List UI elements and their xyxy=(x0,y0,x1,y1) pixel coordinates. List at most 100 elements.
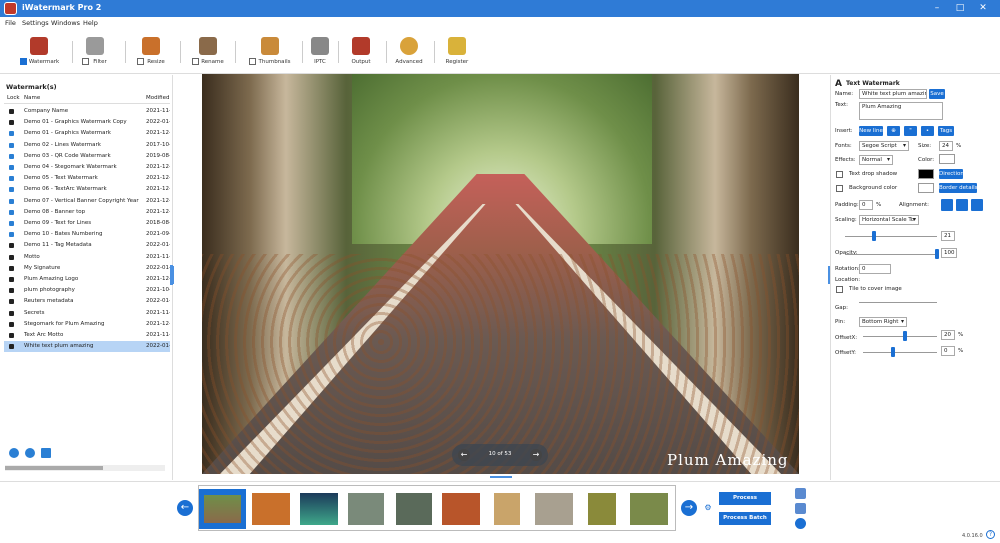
lock-icon[interactable] xyxy=(9,277,14,282)
watermark-row[interactable]: Demo 03 - QR Code Watermark 2019-08- xyxy=(4,151,170,162)
text-color-swatch[interactable] xyxy=(939,154,955,164)
watermark-row[interactable]: White text plum amazing 2022-01- xyxy=(4,341,170,353)
tool-register[interactable]: Register xyxy=(441,37,473,71)
lock-icon[interactable] xyxy=(9,344,14,350)
rename-checkbox[interactable] xyxy=(192,58,199,65)
unlock-icon[interactable] xyxy=(9,232,14,238)
preview-image[interactable]: Plum Amazing xyxy=(202,74,799,474)
offsety-field[interactable]: 0 xyxy=(941,346,955,356)
bottom-splitter[interactable] xyxy=(490,476,512,478)
resize-checkbox[interactable] xyxy=(137,58,144,65)
watermark-row[interactable]: My Signature 2022-01- xyxy=(4,263,170,274)
opacity-slider[interactable] xyxy=(845,254,937,255)
font-select[interactable]: Segoe Script xyxy=(859,141,909,151)
tags-button[interactable]: Tags xyxy=(938,126,954,136)
watermark-row[interactable]: Motto 2021-11- xyxy=(4,252,170,263)
lock-icon[interactable] xyxy=(9,333,14,338)
watermark-row[interactable]: Reuters metadata 2022-01- xyxy=(4,296,170,307)
offsetx-slider-knob[interactable] xyxy=(903,331,907,341)
watermark-row[interactable]: Text Arc Motto 2021-11- xyxy=(4,330,170,341)
scroll-thumb[interactable] xyxy=(5,466,103,470)
text-field[interactable]: Plum Amazing xyxy=(859,102,943,120)
watermark-row[interactable]: Demo 01 - Graphics Watermark 2021-12- xyxy=(4,128,170,139)
next-image-icon[interactable]: → xyxy=(530,449,542,461)
tool-watermark[interactable]: Watermark xyxy=(18,37,60,71)
menu-settings[interactable]: Settings xyxy=(22,19,49,27)
watermark-row[interactable]: Secrets 2021-11- xyxy=(4,308,170,319)
lock-icon[interactable] xyxy=(9,310,14,316)
process-batch-button[interactable]: Process Batch xyxy=(719,512,771,525)
tool-advanced[interactable]: Advanced xyxy=(392,37,426,71)
menu-file[interactable]: File xyxy=(5,19,16,27)
thumbnails-checkbox[interactable] xyxy=(249,58,256,65)
align-left-icon[interactable] xyxy=(941,199,953,211)
horizontal-scrollbar[interactable] xyxy=(5,465,165,471)
thumbnail[interactable] xyxy=(532,489,576,529)
watermark-row[interactable]: Demo 02 - Lines Watermark 2017-10- xyxy=(4,140,170,151)
unlock-icon[interactable] xyxy=(9,142,14,148)
menu-help[interactable]: Help xyxy=(83,19,98,27)
background-color-checkbox[interactable] xyxy=(836,185,843,192)
watermark-checkbox[interactable] xyxy=(20,58,27,65)
thumbnail[interactable] xyxy=(491,489,523,529)
thumbnail-next-icon[interactable]: → xyxy=(681,500,697,516)
unlock-icon[interactable] xyxy=(9,165,14,170)
opacity-slider-knob[interactable] xyxy=(935,249,939,259)
align-center-icon[interactable] xyxy=(956,199,968,211)
offsetx-field[interactable]: 20 xyxy=(941,330,955,340)
unlock-icon[interactable] xyxy=(9,221,14,226)
watermark-row[interactable]: Demo 01 - Graphics Watermark Copy 2022-01… xyxy=(4,117,170,128)
thumbnail-selected[interactable] xyxy=(199,489,246,529)
settings-gear-icon[interactable]: ⚙ xyxy=(702,502,714,514)
tool-filter[interactable]: Filter xyxy=(80,37,110,71)
tool-resize[interactable]: Resize xyxy=(135,37,167,71)
offsety-slider-knob[interactable] xyxy=(891,347,895,357)
name-field[interactable]: White text plum amazing xyxy=(859,89,927,99)
background-color-swatch[interactable] xyxy=(918,183,934,193)
tool-output[interactable]: Output xyxy=(346,37,376,71)
watermark-row[interactable]: Company Name 2021-11- xyxy=(4,106,170,117)
scaling-select[interactable]: Horizontal Scale To xyxy=(859,215,919,225)
col-modified[interactable]: Modified xyxy=(146,95,169,101)
unlock-icon[interactable] xyxy=(9,209,14,215)
thumbnail[interactable] xyxy=(627,489,671,529)
thumbnail[interactable] xyxy=(393,489,435,529)
padding-field[interactable]: 0 xyxy=(859,200,873,210)
watermark-row[interactable]: Demo 11 - Tag Metadata 2022-01- xyxy=(4,240,170,251)
info-icon[interactable] xyxy=(795,518,806,529)
unlock-icon[interactable] xyxy=(9,187,14,193)
thumbnail[interactable] xyxy=(439,489,483,529)
left-splitter[interactable] xyxy=(172,266,174,284)
unlock-icon[interactable] xyxy=(9,131,14,137)
border-details-button[interactable]: Border details xyxy=(939,183,978,193)
lock-icon[interactable] xyxy=(9,120,14,126)
thumbnail[interactable] xyxy=(585,489,619,529)
pin-select[interactable]: Bottom Right xyxy=(859,317,907,327)
thumbnail[interactable] xyxy=(249,489,293,529)
lock-icon[interactable] xyxy=(9,254,14,260)
insert-quote-button[interactable]: " xyxy=(904,126,917,136)
watermark-row[interactable]: Demo 09 - Text for Lines 2018-08- xyxy=(4,218,170,229)
shadow-color-swatch[interactable] xyxy=(918,169,934,179)
watermark-row[interactable]: Demo 04 - Stegomark Watermark 2021-12- xyxy=(4,162,170,173)
process-selection-button[interactable]: Process Selection xyxy=(719,492,771,514)
col-name[interactable]: Name xyxy=(24,95,40,101)
size-field[interactable]: 24 xyxy=(939,141,953,151)
lock-icon[interactable] xyxy=(9,299,14,305)
new-line-button[interactable]: New line xyxy=(859,126,883,136)
gap-slider[interactable] xyxy=(859,302,937,303)
minimize-icon[interactable]: – xyxy=(932,3,942,13)
lock-icon[interactable] xyxy=(9,321,14,327)
insert-bullet-button[interactable]: • xyxy=(921,126,934,136)
prev-image-icon[interactable]: ← xyxy=(458,449,470,461)
close-icon[interactable]: ✕ xyxy=(978,3,988,13)
watermark-row[interactable]: Demo 08 - Banner top 2021-12- xyxy=(4,207,170,218)
tool-rename[interactable]: Rename xyxy=(190,37,225,71)
add-watermark-button[interactable] xyxy=(9,448,19,458)
watermark-row[interactable]: Demo 05 - Text Watermark 2021-12- xyxy=(4,173,170,184)
scaling-slider-knob[interactable] xyxy=(872,231,877,241)
offsetx-slider[interactable] xyxy=(863,336,937,337)
unlock-icon[interactable] xyxy=(9,176,14,182)
rotation-field[interactable]: 0 xyxy=(859,264,891,274)
watermark-row[interactable]: Demo 10 - Bates Numbering 2021-09- xyxy=(4,229,170,240)
